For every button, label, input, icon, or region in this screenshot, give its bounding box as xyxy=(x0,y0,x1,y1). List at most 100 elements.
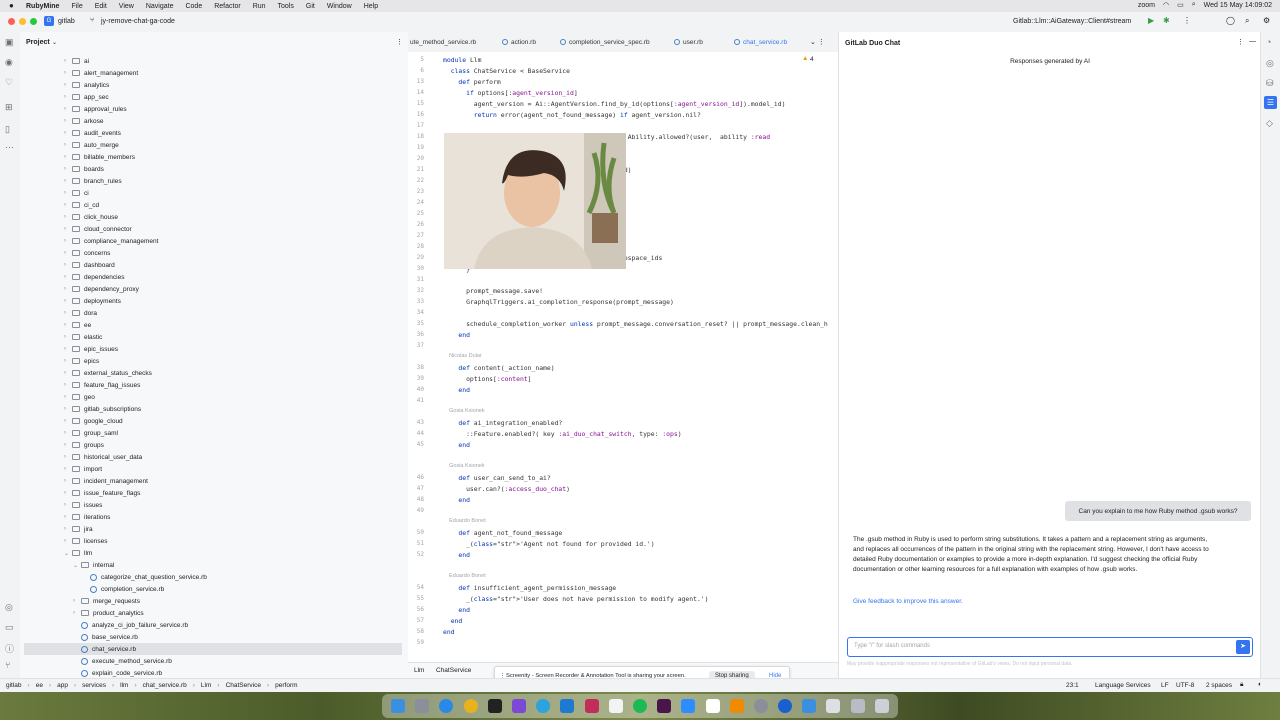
line-number[interactable]: 34 xyxy=(408,309,424,316)
tree-item[interactable]: › epic_issues xyxy=(24,343,402,355)
tree-item[interactable]: › dependency_proxy xyxy=(24,283,402,295)
tree-item[interactable]: › cloud_connector xyxy=(24,223,402,235)
branch-selector[interactable]: jy-remove-chat-ga-code xyxy=(101,18,175,25)
menu-refactor[interactable]: Refactor xyxy=(214,3,240,10)
chevron-right-icon[interactable]: › xyxy=(64,394,72,400)
chevron-right-icon[interactable]: › xyxy=(64,262,72,268)
zoom-app-icon[interactable] xyxy=(681,699,696,713)
chevron-right-icon[interactable]: › xyxy=(64,526,72,532)
tree-item[interactable]: › feature_flag_issues xyxy=(24,379,402,391)
tab-overflow-icon[interactable]: ⌄ ⋮ xyxy=(810,38,825,46)
line-number[interactable]: 27 xyxy=(408,232,424,239)
status-path-segment[interactable]: chat_service.rb xyxy=(143,682,187,689)
tree-item[interactable]: › incident_management xyxy=(24,475,402,487)
line-number[interactable]: 20 xyxy=(408,155,424,162)
tree-item[interactable]: › iterations xyxy=(24,511,402,523)
line-number[interactable]: 49 xyxy=(408,507,424,514)
menu-tools[interactable]: Tools xyxy=(278,3,294,10)
warning-icon[interactable]: ▲ xyxy=(802,55,808,62)
line-separator[interactable]: LF xyxy=(1161,682,1169,689)
tree-item[interactable]: › geo xyxy=(24,391,402,403)
tree-item[interactable]: › approval_rules xyxy=(24,103,402,115)
chat-minimize-icon[interactable]: — xyxy=(1249,38,1256,45)
battery-icon[interactable]: ▭ xyxy=(1177,1,1184,9)
line-number[interactable]: 28 xyxy=(408,243,424,250)
feedback-link[interactable]: Give feedback to improve this answer. xyxy=(853,598,963,605)
chevron-right-icon[interactable]: › xyxy=(64,298,72,304)
tree-item[interactable]: › external_status_checks xyxy=(24,367,402,379)
chevron-right-icon[interactable]: › xyxy=(64,274,72,280)
line-number[interactable]: 54 xyxy=(408,584,424,591)
more-tools-icon[interactable]: ⋯ xyxy=(5,142,14,153)
tree-item[interactable]: › concerns xyxy=(24,247,402,259)
line-number[interactable]: 24 xyxy=(408,199,424,206)
line-number[interactable]: 23 xyxy=(408,188,424,195)
search-icon[interactable]: ⌕ xyxy=(1192,1,1196,9)
database-icon[interactable]: ⛁ xyxy=(1266,78,1274,89)
chevron-right-icon[interactable]: › xyxy=(64,202,72,208)
screenity-icon[interactable] xyxy=(512,699,527,713)
tree-item[interactable]: › google_cloud xyxy=(24,415,402,427)
chevron-right-icon[interactable]: › xyxy=(64,538,72,544)
line-number[interactable]: 5 xyxy=(408,56,424,63)
spotify-icon[interactable] xyxy=(632,699,647,713)
line-number[interactable]: 35 xyxy=(408,320,424,327)
git-icon[interactable]: ⑂ xyxy=(5,660,10,670)
line-number[interactable]: 55 xyxy=(408,595,424,602)
vlc-icon[interactable] xyxy=(729,699,744,713)
app-menu[interactable]: RubyMine xyxy=(26,3,59,10)
tree-item[interactable]: › app_sec xyxy=(24,91,402,103)
editor-tab[interactable]: ute_method_service.rb xyxy=(410,32,476,52)
chevron-right-icon[interactable]: › xyxy=(64,70,72,76)
tree-item[interactable]: ⌄ llm xyxy=(24,547,402,559)
caret-position[interactable]: 23:1 xyxy=(1066,682,1079,689)
line-number[interactable]: 39 xyxy=(408,375,424,382)
chevron-right-icon[interactable]: › xyxy=(64,190,72,196)
chevron-right-icon[interactable]: › xyxy=(64,370,72,376)
tree-item[interactable]: ⌄ internal xyxy=(24,559,402,571)
tree-item[interactable]: › dora xyxy=(24,307,402,319)
line-number[interactable]: 36 xyxy=(408,331,424,338)
line-number[interactable]: 44 xyxy=(408,430,424,437)
tree-item[interactable]: analyze_ci_job_failure_service.rb xyxy=(24,619,402,631)
status-path-segment[interactable]: gitlab xyxy=(6,682,22,689)
menu-edit[interactable]: Edit xyxy=(95,3,107,10)
tree-item[interactable]: › merge_requests xyxy=(24,595,402,607)
tree-item[interactable]: › auto_merge xyxy=(24,139,402,151)
line-number[interactable]: 58 xyxy=(408,628,424,635)
status-path-segment[interactable]: llm xyxy=(120,682,128,689)
debug-icon[interactable]: ✱ xyxy=(1163,16,1170,25)
send-button[interactable]: ➤ xyxy=(1236,640,1250,654)
vscode-icon[interactable] xyxy=(560,699,575,713)
duo-chat-tool-icon[interactable]: ☰ xyxy=(1264,96,1277,109)
chevron-right-icon[interactable]: › xyxy=(64,250,72,256)
settings-app-icon[interactable] xyxy=(753,699,768,713)
chevron-right-icon[interactable]: › xyxy=(64,142,72,148)
terminal-icon[interactable]: ▭ xyxy=(5,622,14,633)
tree-item[interactable]: › ee xyxy=(24,319,402,331)
line-number[interactable]: 51 xyxy=(408,540,424,547)
line-number[interactable]: 48 xyxy=(408,496,424,503)
tree-item[interactable]: › branch_rules xyxy=(24,175,402,187)
line-number[interactable]: 22 xyxy=(408,177,424,184)
tree-item[interactable]: › issues xyxy=(24,499,402,511)
line-number[interactable]: 50 xyxy=(408,529,424,536)
chevron-down-icon[interactable]: ⌄ xyxy=(52,39,57,46)
line-number[interactable]: 14 xyxy=(408,89,424,96)
menu-help[interactable]: Help xyxy=(364,3,378,10)
chevron-right-icon[interactable]: › xyxy=(64,214,72,220)
chevron-right-icon[interactable]: › xyxy=(64,106,72,112)
chevron-right-icon[interactable]: › xyxy=(73,598,81,604)
chevron-right-icon[interactable]: › xyxy=(64,442,72,448)
tree-item[interactable]: › deployments xyxy=(24,295,402,307)
chevron-right-icon[interactable]: › xyxy=(64,322,72,328)
structure-icon[interactable]: ⊞ xyxy=(5,102,13,113)
line-number[interactable]: 18 xyxy=(408,133,424,140)
chevron-right-icon[interactable]: › xyxy=(64,130,72,136)
status-path-segment[interactable]: Llm xyxy=(201,682,211,689)
problems-icon[interactable]: ⓘ xyxy=(5,642,14,655)
ai-assistant-icon[interactable]: ◎ xyxy=(1266,58,1274,69)
more-actions-icon[interactable]: ⋮ xyxy=(1183,16,1191,25)
tree-item[interactable]: › product_analytics xyxy=(24,607,402,619)
tree-item[interactable]: › epics xyxy=(24,355,402,367)
